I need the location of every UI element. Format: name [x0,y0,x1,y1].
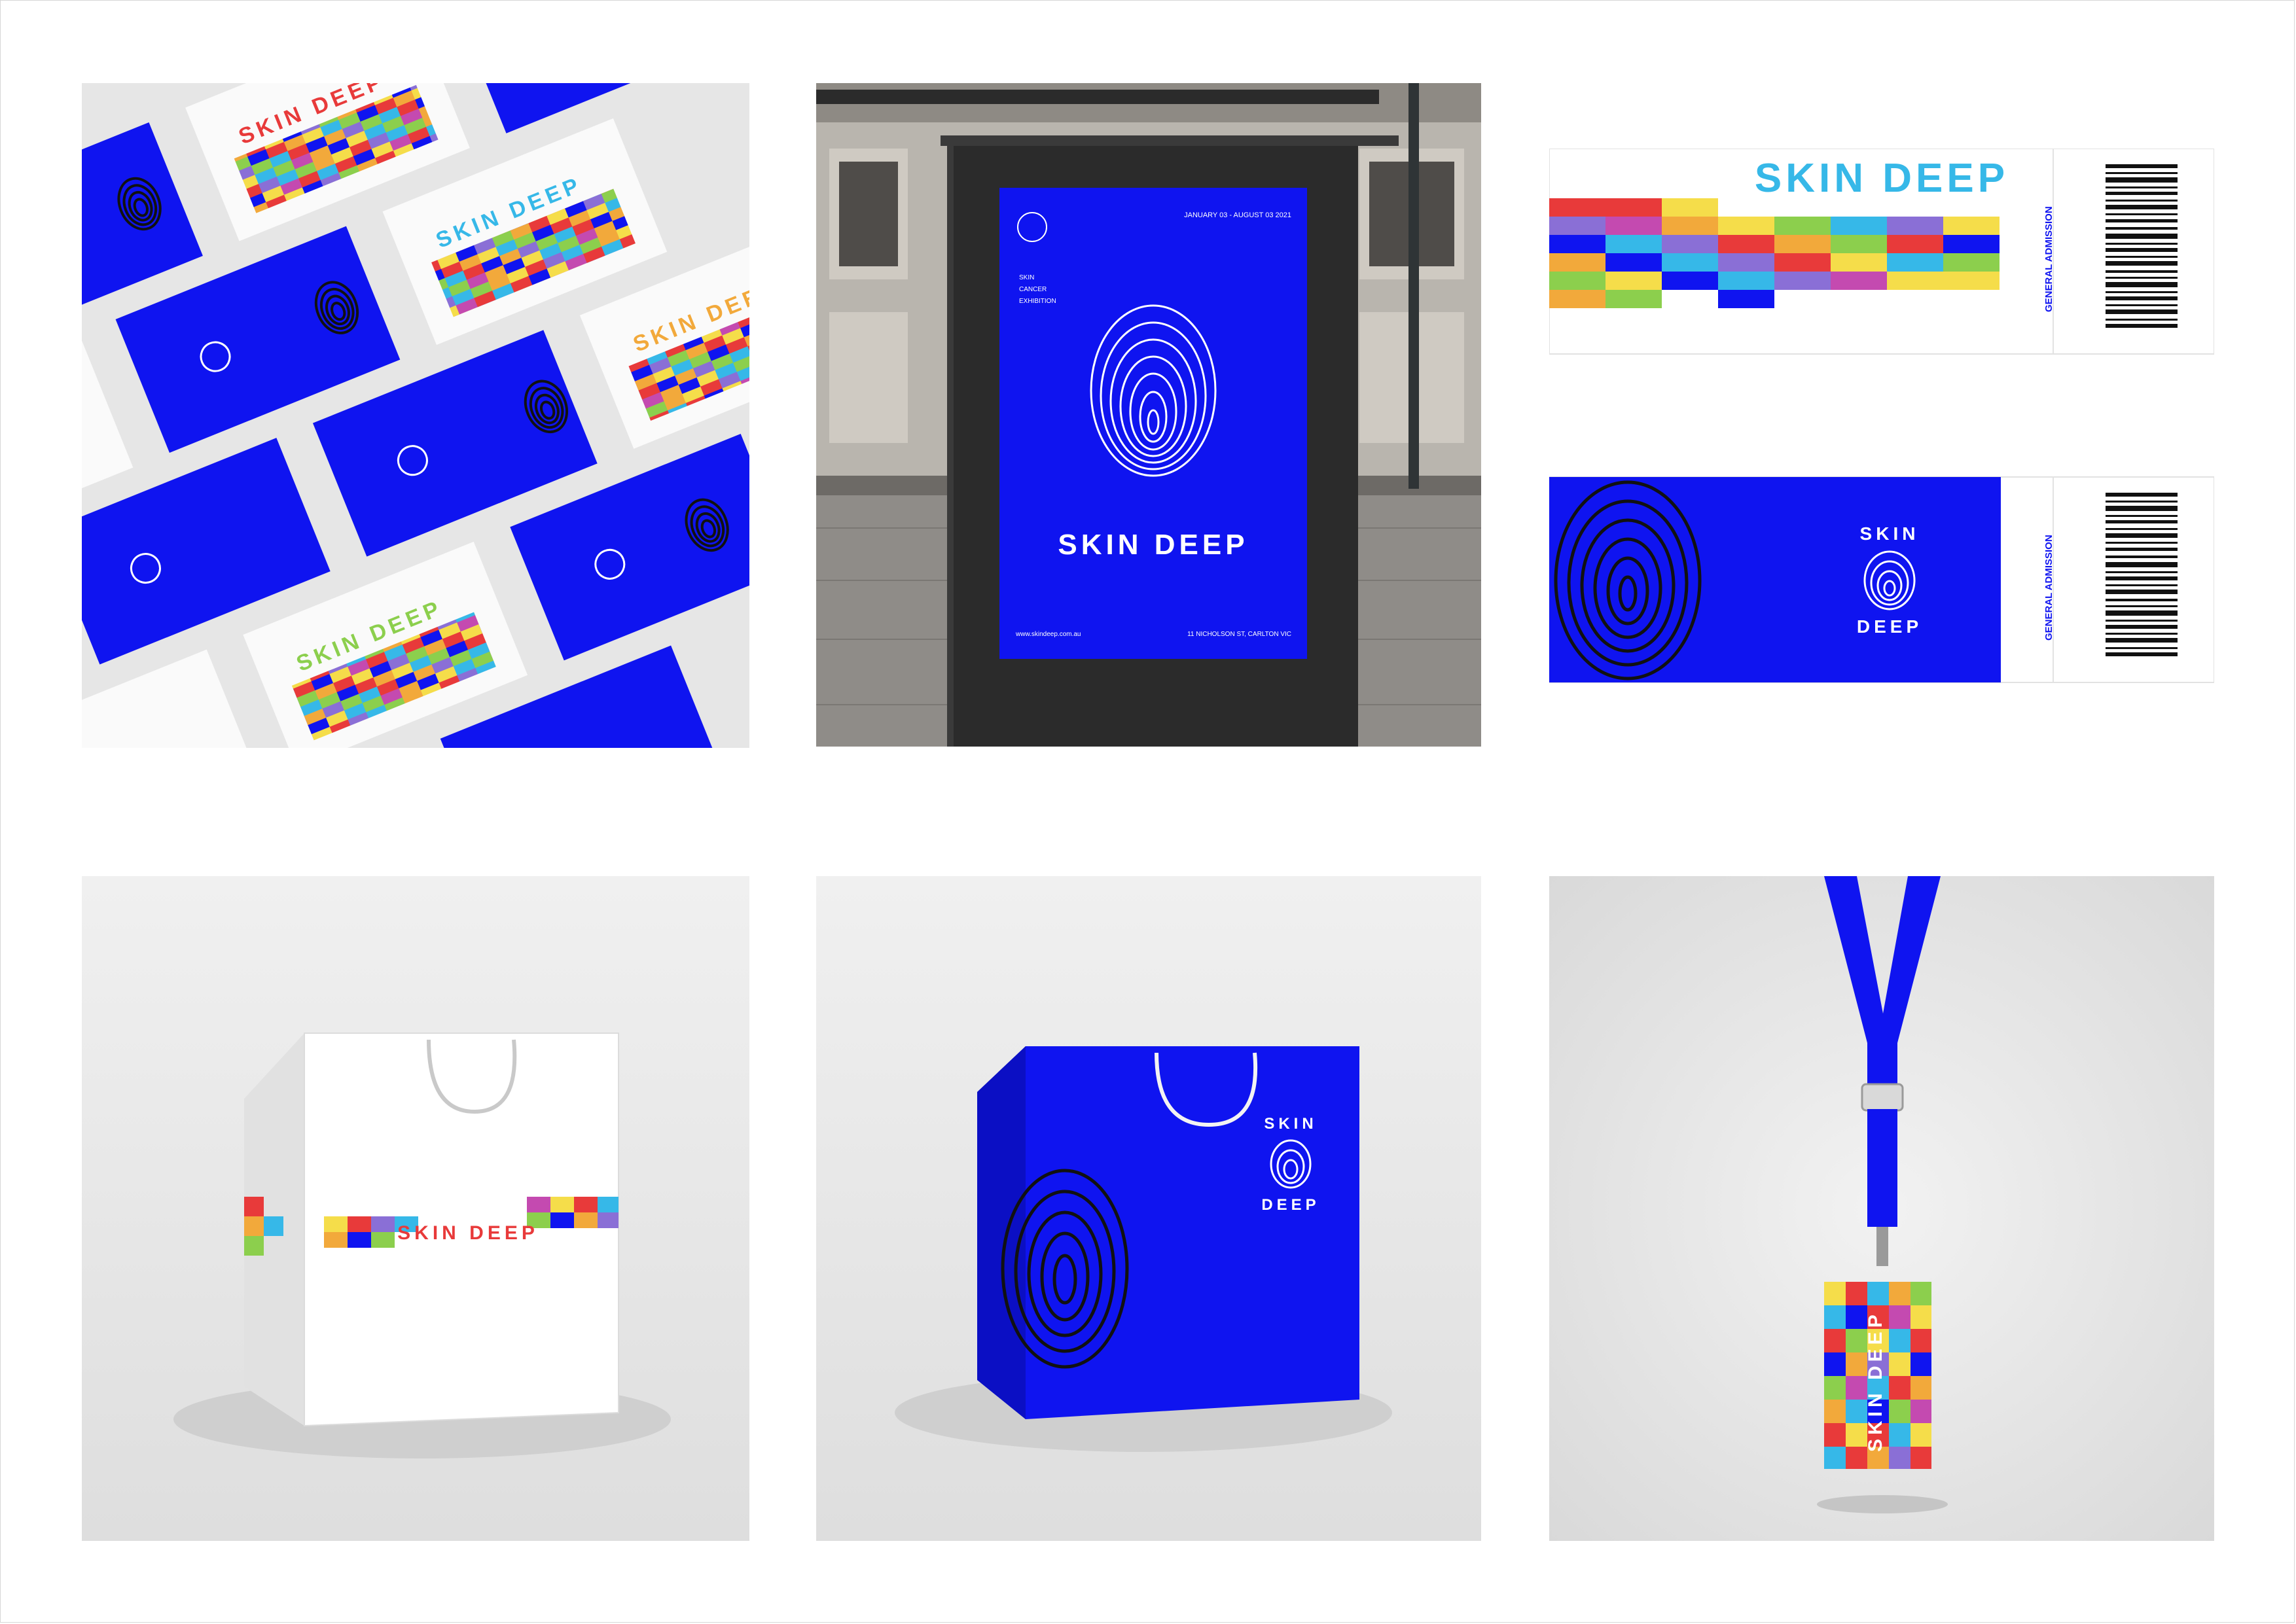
white-bag-mockup: SKIN DEEP [82,876,749,1541]
bus-shelter-poster-mockup: JANUARY 03 - AUGUST 03 2021 SKIN CANCER … [816,83,1481,747]
blue-bag-illustration: SKIN DEEP [895,1046,1392,1452]
ticket-wordmark: SKIN DEEP [1755,156,2009,201]
lanyard-mockup: SKIN DEEP [1549,876,2214,1541]
presentation-sheet: SKIN DEEP SKIN DEEP SKIN DEEP SKIN DEEP [0,0,2295,1623]
bus-shelter-illustration: JANUARY 03 - AUGUST 03 2021 SKIN CANCER … [816,83,1481,747]
poster-website: www.skindeep.com.au [1015,631,1081,638]
poster-date-range: JANUARY 03 - AUGUST 03 2021 [1184,211,1291,219]
logo-mark-top: SKIN [1264,1115,1317,1133]
blue-bag-mockup: SKIN DEEP [816,876,1481,1541]
poster-subtitle-1: SKIN [1019,274,1034,281]
poster-surface [999,188,1307,659]
white-bag-wordmark: SKIN DEEP [397,1222,539,1244]
tickets-mockup: SKIN DEEP GENERAL ADMISSION SKIN DEEP GE… [1549,149,2214,685]
tickets-illustration: SKIN DEEP GENERAL ADMISSION SKIN DEEP GE… [1549,149,2214,683]
business-cards-illustration: SKIN DEEP SKIN DEEP SKIN DEEP SKIN DEEP [82,83,749,748]
poster-address: 11 NICHOLSON ST, CARLTON VIC [1187,631,1291,638]
poster-subtitle-3: EXHIBITION [1019,298,1056,305]
logo-mark-bottom: DEEP [1261,1196,1319,1214]
logo-mark-top: SKIN [1860,523,1920,544]
poster-title: SKIN DEEP [1058,529,1248,561]
white-bag-illustration: SKIN DEEP [173,1033,671,1458]
business-cards-mockup: SKIN DEEP SKIN DEEP SKIN DEEP SKIN DEEP [82,83,749,748]
id-card-wordmark: SKIN DEEP [1865,1311,1886,1452]
lanyard-illustration: SKIN DEEP [1817,876,1948,1513]
logo-mark-bottom: DEEP [1857,616,1922,637]
poster-subtitle-2: CANCER [1019,286,1047,293]
ticket-admission-label: GENERAL ADMISSION [2043,206,2054,312]
ticket-admission-label: GENERAL ADMISSION [2043,535,2054,641]
